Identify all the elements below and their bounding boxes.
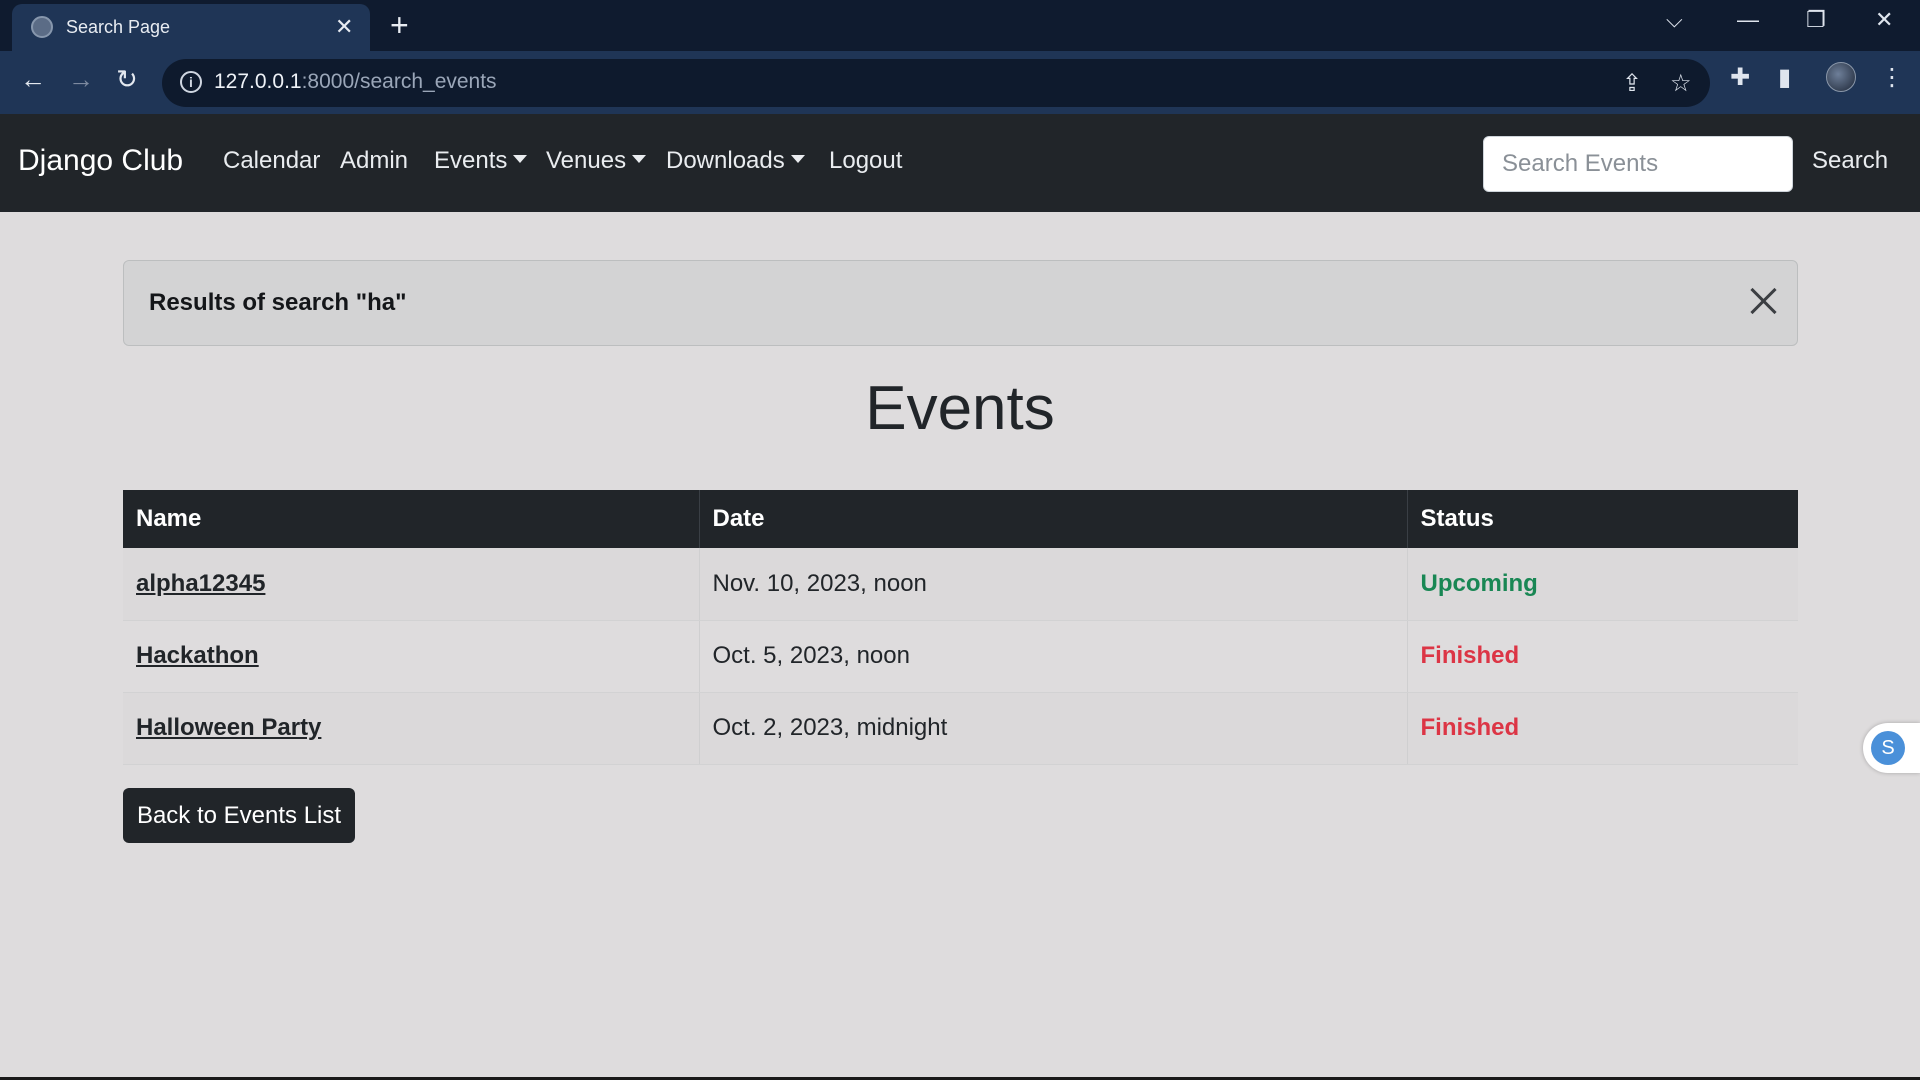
nav-downloads-label: Downloads — [666, 147, 785, 174]
share-icon[interactable]: ⇪ — [1622, 69, 1642, 98]
kebab-menu-icon[interactable]: ⋮ — [1880, 63, 1904, 92]
alert-message: Results of search "ha" — [149, 289, 407, 316]
nav-venues-dropdown[interactable]: Venues — [546, 147, 647, 175]
caret-down-icon — [632, 155, 647, 163]
brand-link[interactable]: Django Club — [18, 144, 183, 178]
new-tab-button[interactable]: + — [390, 8, 409, 42]
event-link[interactable]: Halloween Party — [136, 714, 321, 741]
browser-toolbar: ← → ↻ i 127.0.0.1:8000/search_events ⇪ ☆… — [0, 51, 1920, 114]
side-extension-widget[interactable]: S — [1863, 723, 1920, 773]
nav-admin[interactable]: Admin — [340, 147, 408, 175]
bookmark-star-icon[interactable]: ☆ — [1670, 69, 1692, 98]
cell-status: Upcoming — [1407, 548, 1798, 621]
event-link[interactable]: Hackathon — [136, 642, 259, 669]
cell-date: Oct. 2, 2023, midnight — [699, 692, 1408, 765]
cell-status: Finished — [1407, 692, 1798, 765]
back-to-events-button[interactable]: Back to Events List — [123, 788, 355, 843]
address-bar[interactable]: i 127.0.0.1:8000/search_events ⇪ ☆ — [162, 59, 1710, 107]
back-arrow-icon[interactable]: ← — [20, 64, 46, 95]
status-badge: Upcoming — [1420, 569, 1538, 597]
tab-close-icon[interactable]: ✕ — [335, 14, 353, 40]
header-status: Status — [1407, 490, 1798, 548]
cell-name: alpha12345 — [123, 548, 700, 621]
nav-downloads-dropdown[interactable]: Downloads — [666, 147, 805, 175]
table-row: Halloween Party Oct. 2, 2023, midnight F… — [123, 692, 1798, 765]
cell-date: Nov. 10, 2023, noon — [699, 548, 1408, 621]
browser-tabstrip: Search Page ✕ + ⌵ — ❐ ✕ — [0, 0, 1920, 51]
table-row: Hackathon Oct. 5, 2023, noon Finished — [123, 620, 1798, 693]
extensions-puzzle-icon[interactable]: ✚ — [1730, 63, 1750, 92]
table-header-row: Name Date Status — [123, 490, 1798, 548]
window-close-icon[interactable]: ✕ — [1875, 7, 1893, 33]
side-panel-icon[interactable]: ▮ — [1778, 63, 1791, 92]
nav-events-dropdown[interactable]: Events — [434, 147, 528, 175]
cell-name: Halloween Party — [123, 692, 700, 765]
status-badge: Finished — [1420, 642, 1520, 669]
url-text[interactable]: 127.0.0.1:8000/search_events — [214, 70, 497, 94]
reload-icon[interactable]: ↻ — [116, 64, 138, 95]
minimize-icon[interactable]: — — [1737, 7, 1759, 33]
search-button[interactable]: Search — [1812, 147, 1888, 175]
extension-s-icon: S — [1871, 731, 1905, 765]
search-results-alert: Results of search "ha" — [123, 260, 1798, 346]
cell-date: Oct. 5, 2023, noon — [699, 620, 1408, 693]
cell-status: Finished — [1407, 620, 1798, 693]
restore-icon[interactable]: ❐ — [1806, 7, 1826, 33]
nav-events-label: Events — [434, 147, 508, 174]
header-name: Name — [123, 490, 700, 548]
site-info-icon[interactable]: i — [180, 71, 202, 93]
table-row: alpha12345 Nov. 10, 2023, noon Upcoming — [123, 548, 1798, 621]
nav-venues-label: Venues — [546, 147, 627, 174]
nav-calendar[interactable]: Calendar — [223, 147, 320, 175]
tab-title: Search Page — [66, 17, 171, 37]
event-link[interactable]: alpha12345 — [136, 570, 265, 597]
browser-tab[interactable]: Search Page ✕ — [12, 4, 370, 51]
page-title: Events — [865, 374, 1055, 443]
events-table: Name Date Status alpha12345 Nov. 10, 202… — [123, 490, 1798, 765]
status-badge: Finished — [1420, 714, 1520, 741]
profile-avatar[interactable] — [1826, 62, 1856, 92]
forward-arrow-icon[interactable]: → — [68, 64, 94, 95]
globe-icon — [31, 16, 53, 38]
caret-down-icon — [790, 155, 805, 163]
site-navbar: Django Club Calendar Admin Events Venues… — [0, 114, 1920, 212]
header-date: Date — [699, 490, 1408, 548]
cell-name: Hackathon — [123, 620, 700, 693]
search-events-input[interactable] — [1483, 136, 1793, 192]
nav-logout[interactable]: Logout — [829, 147, 902, 175]
alert-close-icon[interactable] — [1746, 283, 1780, 317]
caret-down-icon — [513, 155, 528, 163]
tab-search-icon[interactable]: ⌵ — [1666, 7, 1683, 33]
